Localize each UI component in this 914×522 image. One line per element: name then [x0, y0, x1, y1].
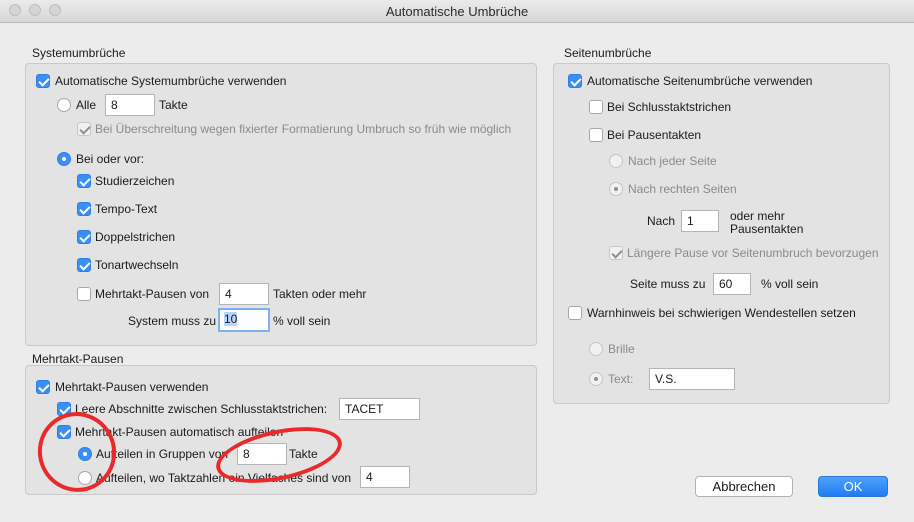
system-all-unit: Takte: [159, 98, 188, 112]
final-bars-checkbox[interactable]: [589, 100, 603, 114]
longer-rest-label: Längere Pause vor Seitenumbruch bevorzug…: [627, 246, 879, 260]
text-label: Text:: [608, 372, 634, 386]
page-group-title: Seitenumbrüche: [564, 46, 652, 60]
system-all-radio[interactable]: [57, 98, 71, 112]
page-fill-input[interactable]: 60: [713, 273, 751, 295]
tempo-text-label: Tempo-Text: [95, 202, 158, 216]
page-fill-suffix: % voll sein: [761, 277, 819, 291]
double-bar-label: Doppelstrichen: [95, 230, 176, 244]
rest-bars-checkbox[interactable]: [589, 128, 603, 142]
split-multiple-input[interactable]: 4: [360, 466, 410, 488]
final-bars-label: Bei Schlusstaktstrichen: [607, 100, 732, 114]
every-page-label: Nach jeder Seite: [628, 154, 717, 168]
text-input[interactable]: V.S.: [649, 368, 735, 390]
ok-button[interactable]: OK: [818, 476, 888, 497]
system-multirest-input[interactable]: 4: [219, 283, 269, 305]
multirest-group-title: Mehrtakt-Pausen: [32, 352, 124, 366]
glasses-radio[interactable]: [589, 342, 603, 356]
multirest-use-checkbox[interactable]: [36, 380, 50, 394]
system-fill-label: System muss zu: [128, 314, 217, 328]
system-multirest-checkbox[interactable]: [77, 287, 91, 301]
after-input[interactable]: 1: [681, 210, 719, 232]
fixed-formatting-label: Bei Überschreitung wegen fixierter Forma…: [95, 122, 512, 136]
page-turn-warning-checkbox[interactable]: [568, 306, 582, 320]
right-pages-radio[interactable]: [609, 182, 623, 196]
multirest-use-label: Mehrtakt-Pausen verwenden: [55, 380, 209, 394]
cancel-button[interactable]: Abbrechen: [695, 476, 793, 497]
key-change-checkbox[interactable]: [77, 258, 91, 272]
rest-bars-label: Bei Pausentakten: [607, 128, 702, 142]
system-at-or-before-radio[interactable]: [57, 152, 71, 166]
system-multirest-suffix: Takten oder mehr: [273, 287, 367, 301]
right-pages-label: Nach rechten Seiten: [628, 182, 737, 196]
fixed-formatting-checkbox[interactable]: [77, 122, 91, 136]
system-group-title: Systemumbrüche: [32, 46, 126, 60]
system-fill-input[interactable]: 10: [218, 308, 270, 332]
rehearsal-mark-label: Studierzeichen: [95, 174, 175, 188]
page-auto-checkbox[interactable]: [568, 74, 582, 88]
longer-rest-checkbox[interactable]: [609, 246, 623, 260]
empty-sections-input[interactable]: TACET: [339, 398, 420, 420]
text-radio[interactable]: [589, 372, 603, 386]
page-turn-warning-label: Warnhinweis bei schwierigen Wendestellen…: [587, 306, 856, 320]
after-suffix-1: oder mehr: [730, 209, 785, 223]
tempo-text-checkbox[interactable]: [77, 202, 91, 216]
glasses-label: Brille: [608, 342, 635, 356]
rehearsal-mark-checkbox[interactable]: [77, 174, 91, 188]
system-auto-checkbox[interactable]: [36, 74, 50, 88]
system-fill-suffix: % voll sein: [273, 314, 331, 328]
after-suffix-2: Pausentakten: [730, 222, 804, 236]
empty-sections-label: Leere Abschnitte zwischen Schlusstaktstr…: [75, 402, 328, 416]
system-auto-label: Automatische Systemumbrüche verwenden: [55, 74, 287, 88]
page-fill-label: Seite muss zu: [630, 277, 706, 291]
page-group-box: [553, 63, 890, 404]
system-all-label: Alle: [76, 98, 97, 112]
page-auto-label: Automatische Seitenumbrüche verwenden: [587, 74, 813, 88]
key-change-label: Tonartwechseln: [95, 258, 179, 272]
system-all-input[interactable]: 8: [105, 94, 155, 116]
double-bar-checkbox[interactable]: [77, 230, 91, 244]
after-label: Nach: [647, 214, 676, 228]
system-at-or-before-label: Bei oder vor:: [76, 152, 145, 166]
window-title: Automatische Umbrüche: [385, 4, 529, 19]
every-page-radio[interactable]: [609, 154, 623, 168]
system-fill-value: 10: [224, 312, 238, 326]
system-multirest-label: Mehrtakt-Pausen von: [95, 287, 210, 301]
